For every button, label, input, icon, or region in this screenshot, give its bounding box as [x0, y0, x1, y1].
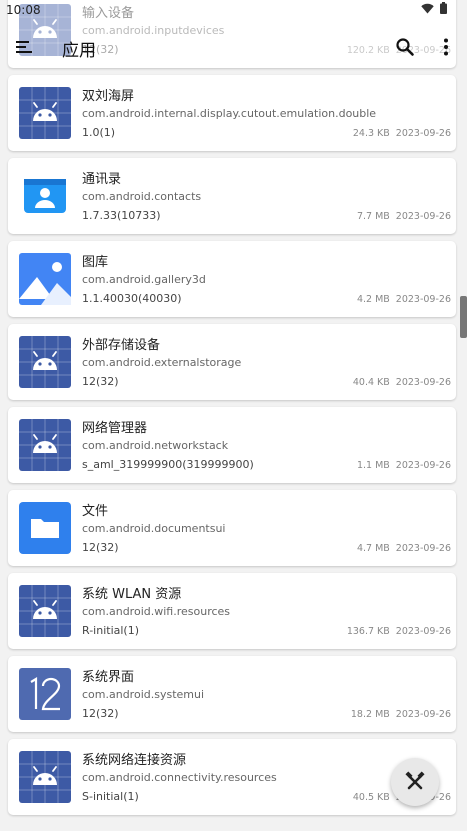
tools-icon [405, 771, 425, 790]
app-version: 1.7.33(10733) [82, 209, 161, 222]
app-version: 12(32) [82, 707, 119, 720]
wifi-icon [421, 3, 434, 13]
app-package: com.android.connectivity.resources [82, 771, 277, 784]
app-list-item[interactable]: 网络管理器 com.android.networkstack s_aml_319… [8, 407, 456, 483]
app-version: s_aml_319999900(319999900) [82, 458, 254, 471]
app-meta: 7.7 MB 2023-09-26 [351, 211, 451, 222]
battery-icon [440, 2, 447, 14]
app-name: 图库 [82, 255, 109, 270]
app-version: 1.1.40030(40030) [82, 292, 182, 305]
status-time: 10:08 [6, 3, 41, 17]
contacts-icon [24, 179, 66, 213]
scrollbar-thumb[interactable] [460, 296, 467, 338]
app-list-item[interactable]: 文件 com.android.documentsui 12(32) 4.7 MB… [8, 490, 456, 566]
app-name: 通讯录 [82, 172, 122, 187]
app-date: 2023-09-26 [395, 460, 451, 471]
app-list-item[interactable]: 通讯录 com.android.contacts 1.7.33(10733) 7… [8, 158, 456, 234]
app-package: com.android.documentsui [82, 522, 226, 535]
status-bar: 10:08 [0, 0, 467, 20]
app-list-item[interactable]: 系统网络连接资源 com.android.connectivity.resour… [8, 739, 456, 815]
app-name: 外部存储设备 [82, 338, 161, 353]
app-name: 系统 WLAN 资源 [82, 587, 182, 602]
app-size: 18.2 MB [350, 709, 390, 720]
android-icon [19, 585, 71, 637]
app-size: 24.3 KB [352, 128, 390, 139]
app-name: 文件 [82, 504, 109, 519]
app-size: 40.5 KB [352, 792, 390, 803]
app-date: 2023-09-26 [395, 211, 451, 222]
app-package: com.android.externalstorage [82, 356, 242, 369]
app-size: 136.7 KB [346, 626, 390, 637]
app-name: 系统界面 [82, 670, 135, 685]
tools-fab-button[interactable] [391, 758, 439, 806]
more-options-icon[interactable] [436, 36, 456, 58]
folder-icon [19, 502, 71, 554]
android-icon [19, 336, 71, 388]
app-size: 4.2 MB [356, 294, 390, 305]
app-size: 4.7 MB [356, 543, 390, 554]
app-list-item[interactable]: 双刘海屏 com.android.internal.display.cutout… [8, 75, 456, 151]
app-list-item[interactable]: 图库 com.android.gallery3d 1.1.40030(40030… [8, 241, 456, 317]
menu-icon[interactable] [14, 38, 34, 56]
app-meta: 40.4 KB 2023-09-26 [347, 377, 451, 388]
app-date: 2023-09-26 [395, 543, 451, 554]
app-meta: 4.7 MB 2023-09-26 [351, 543, 451, 554]
android12-icon [19, 668, 71, 720]
android-icon [19, 419, 71, 471]
app-date: 2023-09-26 [395, 626, 451, 637]
app-version: 1.0(1) [82, 126, 116, 139]
app-meta: 18.2 MB 2023-09-26 [345, 709, 451, 720]
app-list-item[interactable]: 系统 WLAN 资源 com.android.wifi.resources R-… [8, 573, 456, 649]
app-package: com.android.gallery3d [82, 273, 206, 286]
page-title: 应用 [62, 41, 96, 61]
search-icon[interactable] [394, 36, 416, 58]
app-package: com.android.internal.display.cutout.emul… [82, 107, 377, 120]
app-list-item[interactable]: 外部存储设备 com.android.externalstorage 12(32… [8, 324, 456, 400]
app-meta: 136.7 KB 2023-09-26 [341, 626, 451, 637]
app-list-item[interactable]: 系统界面 com.android.systemui 12(32) 18.2 MB… [8, 656, 456, 732]
app-list: 输入设备 com.android.inputdevices 12(32) 120… [8, 0, 456, 822]
status-icons [421, 2, 447, 14]
app-package: com.android.wifi.resources [82, 605, 231, 618]
app-date: 2023-09-26 [395, 709, 451, 720]
app-size: 7.7 MB [356, 211, 390, 222]
app-meta: 4.2 MB 2023-09-26 [351, 294, 451, 305]
app-package: com.android.networkstack [82, 439, 229, 452]
app-date: 2023-09-26 [395, 294, 451, 305]
app-version: R-initial(1) [82, 624, 139, 637]
app-meta: 1.1 MB 2023-09-26 [351, 460, 451, 471]
toolbar: 应用 [0, 20, 467, 74]
app-date: 2023-09-26 [395, 128, 451, 139]
app-name: 系统网络连接资源 [82, 753, 187, 768]
app-name: 双刘海屏 [82, 89, 135, 104]
app-size: 1.1 MB [356, 460, 390, 471]
app-version: 12(32) [82, 541, 119, 554]
app-size: 40.4 KB [352, 377, 390, 388]
app-meta: 24.3 KB 2023-09-26 [347, 128, 451, 139]
app-date: 2023-09-26 [395, 377, 451, 388]
android-icon [19, 751, 71, 803]
android-icon [19, 87, 71, 139]
app-version: 12(32) [82, 375, 119, 388]
gallery-icon [19, 253, 71, 305]
app-name: 网络管理器 [82, 421, 148, 436]
app-package: com.android.systemui [82, 688, 205, 701]
app-package: com.android.contacts [82, 190, 202, 203]
app-version: S-initial(1) [82, 790, 139, 803]
